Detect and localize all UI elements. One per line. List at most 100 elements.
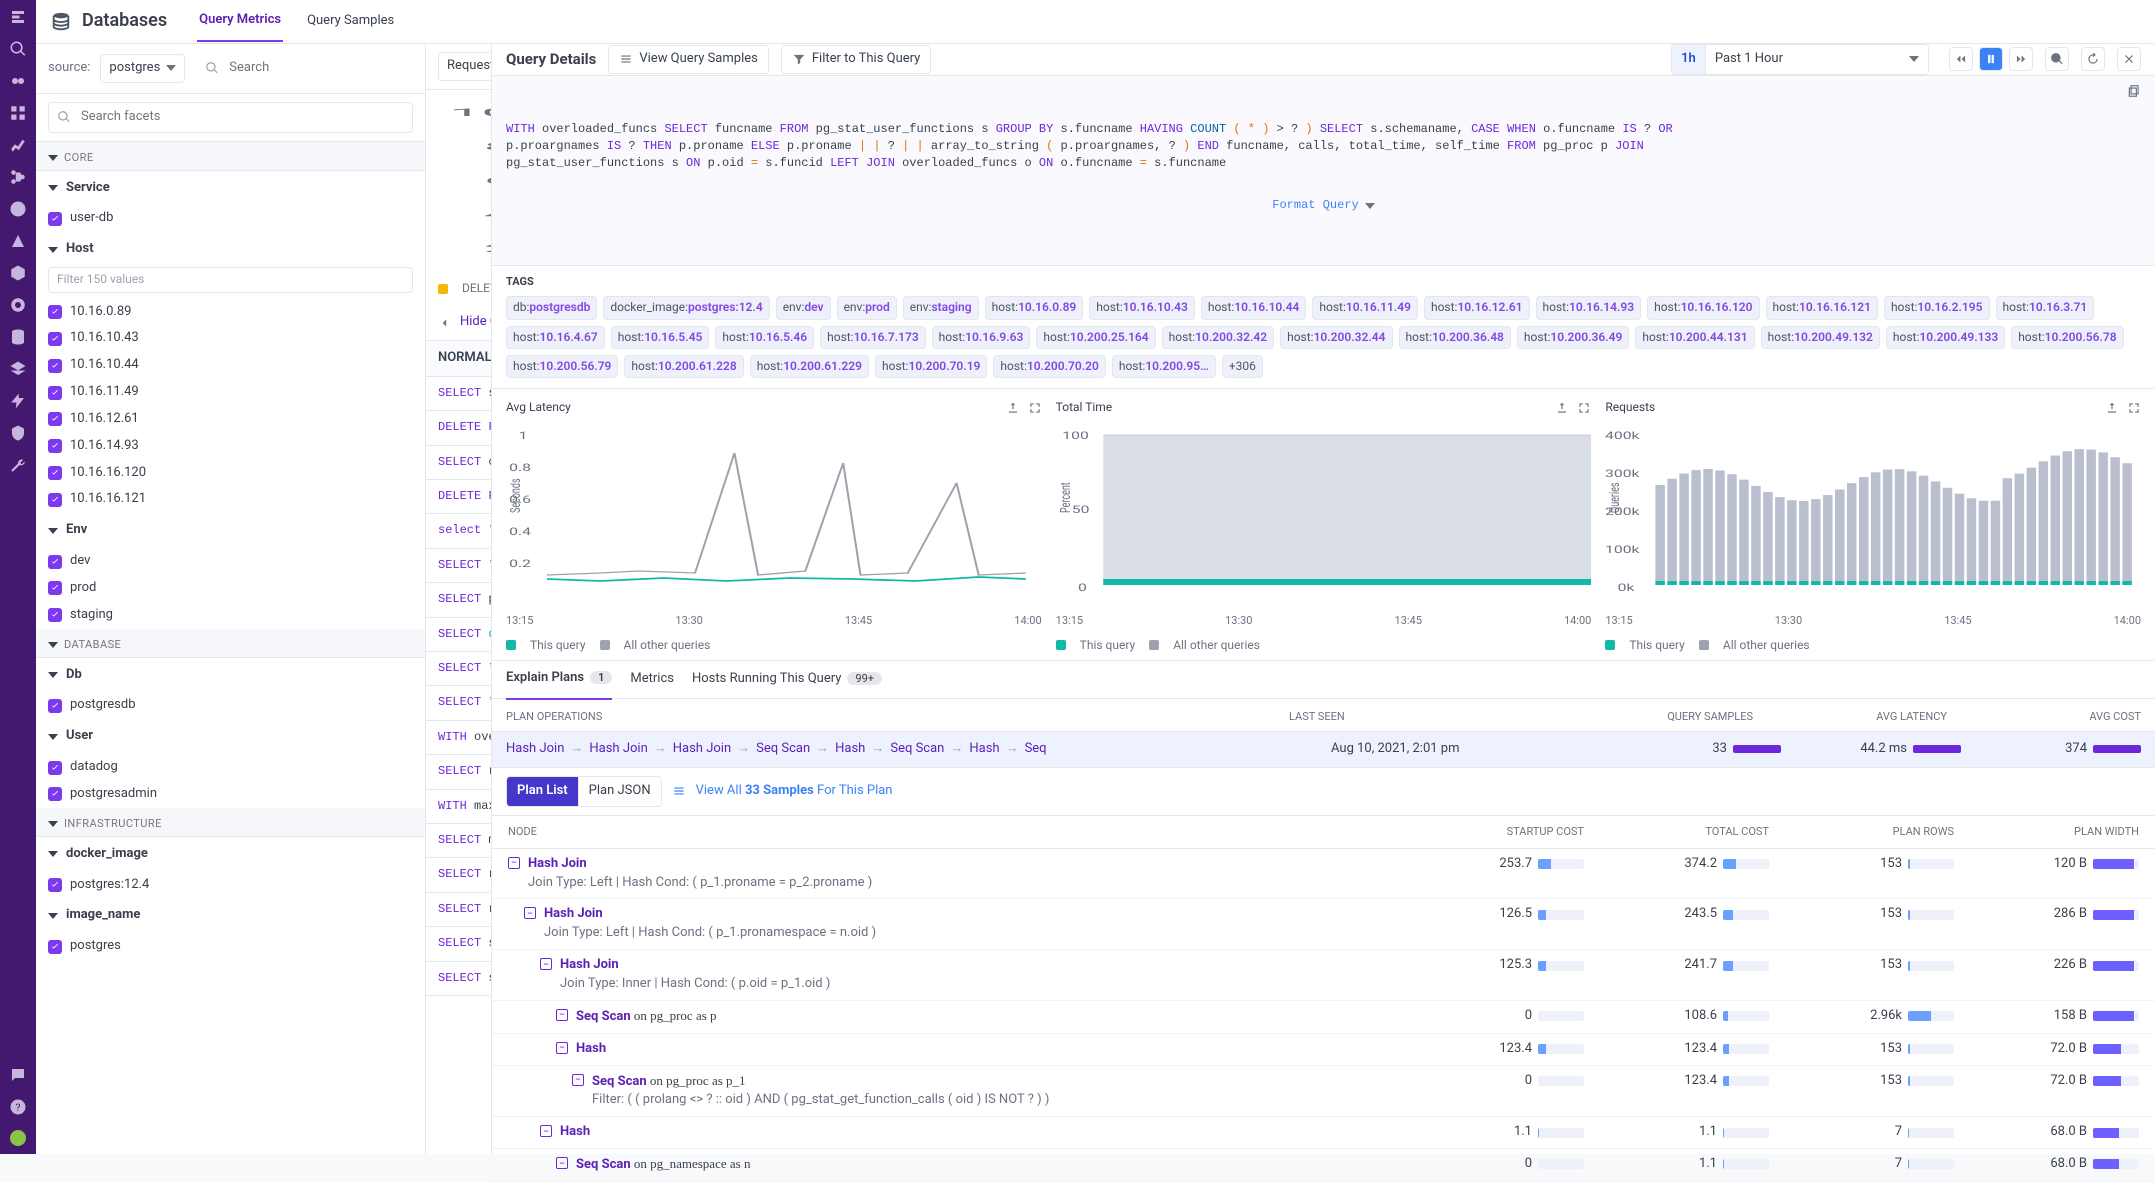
checkbox-icon[interactable] — [48, 608, 62, 622]
chat-icon[interactable] — [9, 1066, 27, 1084]
collapse-toggle[interactable]: − — [540, 1125, 552, 1137]
copy-icon[interactable] — [2127, 84, 2141, 98]
tag[interactable]: env:dev — [776, 296, 831, 319]
tag[interactable]: host:10.16.7.173 — [820, 326, 926, 349]
plan-node-row[interactable]: −Hash1.11.1768.0 B — [492, 1117, 2155, 1149]
tab-metrics[interactable]: Metrics — [630, 660, 674, 699]
facet-option[interactable]: postgresdb — [36, 692, 425, 719]
tag[interactable]: host:10.200.44.131 — [1635, 326, 1754, 349]
timeframe-picker[interactable]: 1h Past 1 Hour — [1671, 44, 1929, 75]
facet-option[interactable]: postgres — [36, 933, 425, 960]
facet-search-input[interactable] — [79, 107, 404, 128]
checkbox-icon[interactable] — [48, 761, 62, 775]
facet-option[interactable]: 10.16.10.44 — [36, 352, 425, 379]
wrench-icon[interactable] — [9, 456, 27, 474]
facet-group[interactable]: DATABASE — [36, 629, 425, 658]
tab-hosts[interactable]: Hosts Running This Query99+ — [692, 660, 882, 699]
tab-explain-plans[interactable]: Explain Plans1 — [506, 659, 612, 700]
bolt-icon[interactable] — [9, 392, 27, 410]
checkbox-icon[interactable] — [48, 466, 62, 480]
plan-node-row[interactable]: −Hash JoinJoin Type: Left | Hash Cond: (… — [492, 899, 2155, 950]
tag[interactable]: host:10.200.70.19 — [875, 355, 987, 378]
tag[interactable]: host:10.16.5.45 — [611, 326, 710, 349]
layer-icon[interactable] — [9, 360, 27, 378]
tag[interactable]: host:10.200.49.132 — [1761, 326, 1880, 349]
plan-node-row[interactable]: −Hash JoinJoin Type: Inner | Hash Cond: … — [492, 950, 2155, 1001]
info-icon[interactable] — [9, 200, 27, 218]
timeframe-long[interactable]: Past 1 Hour — [1705, 45, 1928, 74]
collapse-toggle[interactable]: − — [556, 1042, 568, 1054]
facet-section[interactable]: image_name — [36, 898, 425, 933]
tag[interactable]: host:10.200.61.229 — [750, 355, 869, 378]
tag[interactable]: host:10.16.2.195 — [1884, 296, 1990, 319]
facet-section[interactable]: Host — [36, 232, 425, 267]
facet-option[interactable]: user-db — [36, 205, 425, 232]
tag[interactable]: host:10.200.36.49 — [1517, 326, 1629, 349]
view-samples-button[interactable]: View Query Samples — [608, 45, 768, 74]
tag[interactable]: host:10.16.12.61 — [1424, 296, 1530, 319]
tag[interactable]: host:10.200.70.20 — [993, 355, 1105, 378]
facet-option[interactable]: prod — [36, 575, 425, 602]
tag[interactable]: host:10.16.11.49 — [1312, 296, 1418, 319]
tag[interactable]: host:10.200.56.78 — [2011, 326, 2123, 349]
facet-section[interactable]: Env — [36, 513, 425, 548]
tag[interactable]: env:prod — [837, 296, 897, 319]
pause-button[interactable] — [1979, 47, 2003, 71]
security-icon[interactable] — [9, 424, 27, 442]
tag[interactable]: host:10.200.25.164 — [1036, 326, 1155, 349]
status-dot-icon[interactable] — [10, 1130, 26, 1146]
search-button[interactable] — [2045, 47, 2069, 71]
refresh-button[interactable] — [2081, 47, 2105, 71]
tag[interactable]: db:postgresdb — [506, 296, 597, 319]
plan-node-row[interactable]: −Hash JoinJoin Type: Left | Hash Cond: (… — [492, 849, 2155, 900]
plan-node-row[interactable]: −Hash123.4123.415372.0 B — [492, 1034, 2155, 1066]
step-forward-button[interactable] — [2009, 47, 2033, 71]
collapse-icon[interactable] — [438, 316, 452, 330]
facet-option[interactable]: datadog — [36, 754, 425, 781]
tag[interactable]: host:10.200.32.42 — [1162, 326, 1274, 349]
facet-group[interactable]: CORE — [36, 142, 425, 171]
expand-icon[interactable] — [2127, 401, 2141, 415]
collapse-toggle[interactable]: − — [540, 958, 552, 970]
checkbox-icon[interactable] — [48, 412, 62, 426]
logo-icon[interactable] — [9, 8, 27, 26]
expand-icon[interactable] — [1028, 401, 1042, 415]
tag[interactable]: host:10.16.16.121 — [1766, 296, 1878, 319]
tab-query-metrics[interactable]: Query Metrics — [197, 1, 283, 42]
tag[interactable]: host:10.16.4.67 — [506, 326, 605, 349]
tag[interactable]: host:10.200.56.79 — [506, 355, 618, 378]
expand-icon[interactable] — [1577, 401, 1591, 415]
facet-section[interactable]: Service — [36, 171, 425, 206]
export-icon[interactable] — [1006, 401, 1020, 415]
format-query-button[interactable]: Format Query — [1272, 197, 1374, 214]
watchdog-icon[interactable] — [9, 72, 27, 90]
facet-option[interactable]: postgresadmin — [36, 781, 425, 808]
checkbox-icon[interactable] — [48, 332, 62, 346]
db-icon[interactable] — [9, 328, 27, 346]
plan-json-button[interactable]: Plan JSON — [578, 777, 661, 806]
facet-option[interactable]: 10.16.10.43 — [36, 325, 425, 352]
tag[interactable]: host:10.16.10.43 — [1089, 296, 1195, 319]
filter-button[interactable]: Filter to This Query — [781, 45, 931, 74]
tag[interactable]: host:10.16.10.44 — [1201, 296, 1307, 319]
collapse-toggle[interactable]: − — [524, 907, 536, 919]
dashboards-icon[interactable] — [9, 104, 27, 122]
export-icon[interactable] — [2105, 401, 2119, 415]
facet-option[interactable]: 10.16.0.89 — [36, 299, 425, 326]
tag[interactable]: host:10.16.0.89 — [985, 296, 1084, 319]
step-back-button[interactable] — [1949, 47, 1973, 71]
facet-option[interactable]: dev — [36, 548, 425, 575]
facet-option[interactable]: staging — [36, 602, 425, 629]
facet-section[interactable]: Db — [36, 658, 425, 693]
facet-option[interactable]: 10.16.11.49 — [36, 379, 425, 406]
close-button[interactable] — [2117, 47, 2141, 71]
collapse-toggle[interactable]: − — [572, 1074, 584, 1086]
checkbox-icon[interactable] — [48, 359, 62, 373]
checkbox-icon[interactable] — [48, 581, 62, 595]
metrics-icon[interactable] — [9, 136, 27, 154]
checkbox-icon[interactable] — [48, 787, 62, 801]
facet-option[interactable]: 10.16.14.93 — [36, 433, 425, 460]
facet-section[interactable]: docker_image — [36, 837, 425, 872]
angle-icon[interactable] — [9, 232, 27, 250]
facet-filter[interactable]: Filter 150 values — [48, 267, 413, 292]
